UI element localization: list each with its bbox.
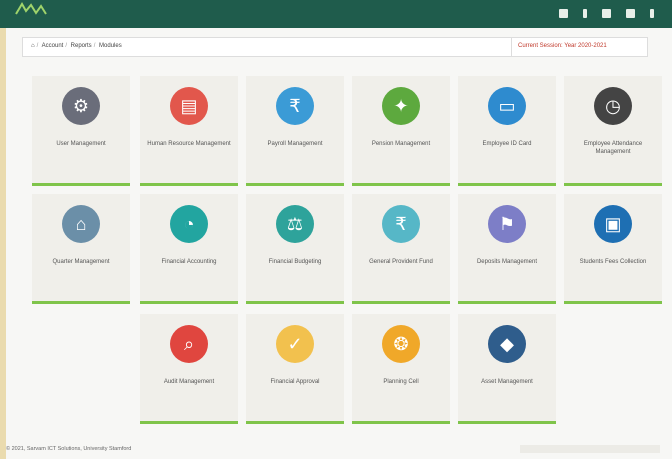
document-icon[interactable] — [626, 9, 635, 18]
module-tile-audit-management[interactable]: ⌕ Audit Management — [140, 314, 238, 424]
id-card-icon: ▭ — [488, 87, 526, 125]
clipboard-check-icon: ✓ — [276, 325, 314, 363]
module-tile-label: Quarter Management — [52, 259, 110, 265]
user-icon[interactable] — [583, 9, 587, 18]
footer-links — [520, 445, 660, 453]
presentation-icon: ▤ — [170, 87, 208, 125]
module-tile-label: General Provident Fund — [369, 259, 433, 265]
top-navbar — [0, 0, 672, 28]
module-tile-employee-attendance-management[interactable]: ◷ Employee Attendance Management — [564, 76, 662, 186]
module-tile-asset-management[interactable]: ◆ Asset Management — [458, 314, 556, 424]
deposit-icon: ⚑ — [488, 205, 526, 243]
fees-card-icon: ▣ — [594, 205, 632, 243]
module-tile-pension-management[interactable]: ✦ Pension Management — [352, 76, 450, 186]
module-tile-label: Employee ID Card — [482, 141, 532, 147]
module-tile-label: Students Fees Collection — [579, 259, 647, 265]
house-icon: ⌂ — [62, 205, 100, 243]
module-tile-planning-cell[interactable]: ❂ Planning Cell — [352, 314, 450, 424]
clock-calendar-icon: ◷ — [594, 87, 632, 125]
budget-icon: ⚖ — [276, 205, 314, 243]
grid-icon[interactable] — [559, 9, 568, 18]
module-tile-label: Audit Management — [163, 379, 215, 385]
module-tile-payroll-management[interactable]: ₹ Payroll Management — [246, 76, 344, 186]
logout-icon[interactable] — [650, 9, 654, 18]
logo-icon[interactable] — [14, 2, 48, 16]
gear-icon: ⚙ — [62, 87, 100, 125]
module-tile-label: Employee Attendance Management — [583, 141, 643, 155]
module-tile-label: Asset Management — [481, 379, 533, 385]
breadcrumb-modules: Modules — [99, 43, 122, 49]
module-tile-label: Planning Cell — [383, 379, 419, 385]
breadcrumb: ⌂ / Account / Reports / Modules — [31, 43, 122, 49]
module-tile-label: Financial Budgeting — [268, 259, 322, 265]
module-tile-human-resource-management[interactable]: ▤ Human Resource Management — [140, 76, 238, 186]
module-tile-financial-budgeting[interactable]: ⚖ Financial Budgeting — [246, 194, 344, 304]
accounting-icon: ◔ — [170, 205, 208, 243]
payroll-icon: ₹ — [276, 87, 314, 125]
module-tile-label: Deposits Management — [476, 259, 538, 265]
breadcrumb-home[interactable]: ⌂ — [31, 43, 35, 49]
breadcrumb-reports[interactable]: Reports — [71, 43, 92, 49]
module-tile-label: Pension Management — [371, 141, 431, 147]
module-tile-general-provident-fund[interactable]: ₹ General Provident Fund — [352, 194, 450, 304]
page: { "breadcrumb": ["\u2302", "Account", "R… — [0, 0, 672, 459]
module-tile-students-fees-collection[interactable]: ▣ Students Fees Collection — [564, 194, 662, 304]
module-tile-deposits-management[interactable]: ⚑ Deposits Management — [458, 194, 556, 304]
calendar-icon[interactable] — [602, 9, 611, 18]
module-tile-label: Financial Accounting — [161, 259, 217, 265]
magnifier-icon: ⌕ — [170, 325, 208, 363]
module-tile-label: Financial Approval — [270, 379, 320, 385]
asset-cube-icon: ◆ — [488, 325, 526, 363]
handshake-icon: ✦ — [382, 87, 420, 125]
module-tile-user-management[interactable]: ⚙ User Management — [32, 76, 130, 186]
module-tile-label: User Management — [56, 141, 106, 147]
module-tile-financial-approval[interactable]: ✓ Financial Approval — [246, 314, 344, 424]
rupee-bag-icon: ₹ — [382, 205, 420, 243]
module-tile-financial-accounting[interactable]: ◔ Financial Accounting — [140, 194, 238, 304]
module-tile-employee-id-card[interactable]: ▭ Employee ID Card — [458, 76, 556, 186]
module-tile-quarter-management[interactable]: ⌂ Quarter Management — [32, 194, 130, 304]
module-tile-label: Payroll Management — [267, 141, 323, 147]
module-tile-label: Human Resource Management — [147, 141, 231, 147]
left-edge-stripe — [0, 0, 6, 459]
network-gear-icon: ❂ — [382, 325, 420, 363]
footer-copyright: © 2021, Sarvam ICT Solutions, University… — [6, 446, 132, 452]
session-indicator: Current Session: Year 2020-2021 — [511, 38, 649, 56]
breadcrumb-account[interactable]: Account — [42, 43, 64, 49]
breadcrumb-bar: ⌂ / Account / Reports / Modules Current Ses… — [22, 37, 648, 57]
